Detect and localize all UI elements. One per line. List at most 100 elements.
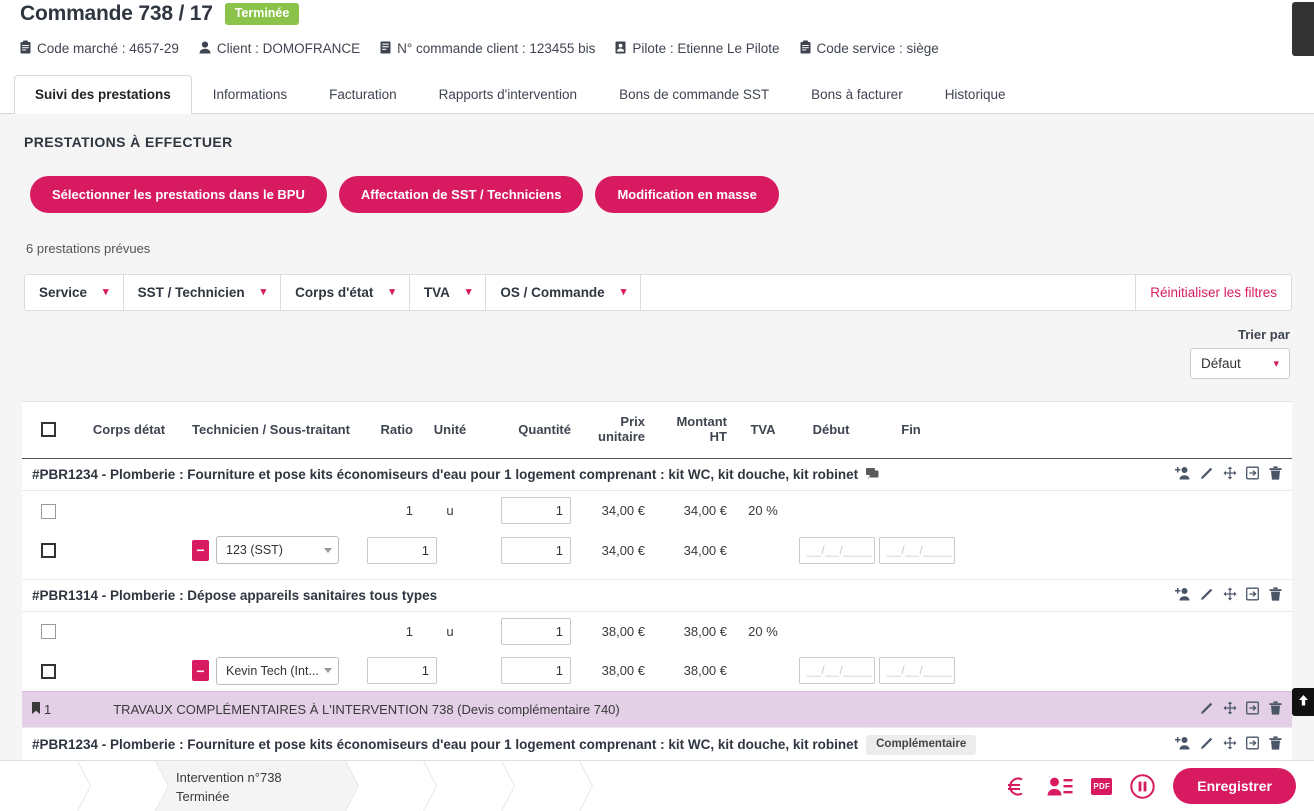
comment-icon[interactable] — [866, 467, 879, 482]
pdf-icon[interactable]: PDF — [1091, 778, 1112, 795]
meta-label: N° commande client : 123455 bis — [397, 41, 595, 56]
cell-montant-ht: 34,00 € — [653, 530, 735, 570]
tab-rapports-intervention[interactable]: Rapports d'intervention — [418, 75, 598, 114]
quantite-input[interactable]: 1 — [501, 657, 571, 684]
tab-informations[interactable]: Informations — [192, 75, 308, 114]
move-icon[interactable] — [1223, 736, 1237, 753]
filter-service[interactable]: Service ▾ — [25, 275, 124, 310]
debut-date-input[interactable]: __/__/____ — [799, 537, 875, 564]
meta-code-service: Code service : siège — [800, 40, 939, 57]
cell-debut: __/__/____ — [791, 530, 871, 570]
filter-sst-technicien[interactable]: SST / Technicien ▾ — [124, 275, 282, 310]
meta-pilote: Pilote : Etienne Le Pilote — [615, 41, 779, 57]
cell-corps — [74, 530, 184, 570]
debut-date-input[interactable]: __/__/____ — [799, 657, 875, 684]
pause-icon[interactable] — [1130, 774, 1155, 799]
cell-debut — [791, 491, 871, 531]
delete-icon[interactable] — [1269, 736, 1282, 753]
quantite-input[interactable]: 1 — [501, 497, 571, 524]
quantite-input[interactable]: 1 — [501, 618, 571, 645]
reset-filters-link[interactable]: Réinitialiser les filtres — [1136, 275, 1291, 310]
caret-down-icon — [324, 668, 332, 673]
th-ratio: Ratio — [359, 402, 421, 459]
workflow-step-current[interactable]: Intervention n°738 Terminée — [156, 761, 346, 811]
edit-icon[interactable] — [1200, 466, 1214, 483]
complementaire-badge: Complémentaire — [866, 735, 976, 756]
group-title: #PBR1234 - Plomberie : Fourniture et pos… — [32, 737, 858, 752]
th-prix-unitaire: Prix unitaire — [579, 402, 653, 459]
step-status: Terminée — [176, 787, 282, 806]
row-checkbox[interactable] — [41, 504, 56, 519]
group-title-wrap: #PBR1314 - Plomberie : Dépose appareils … — [32, 588, 437, 603]
filter-corps-detat[interactable]: Corps d'état ▾ — [281, 275, 410, 310]
filter-spacer — [641, 275, 1136, 310]
edit-icon[interactable] — [1200, 701, 1214, 718]
tab-facturation[interactable]: Facturation — [308, 75, 418, 114]
fin-date-input[interactable]: __/__/____ — [879, 657, 955, 684]
add-person-icon[interactable] — [1175, 587, 1191, 604]
move-icon[interactable] — [1223, 587, 1237, 604]
ratio-input[interactable]: 1 — [367, 657, 437, 684]
quantite-input[interactable]: 1 — [501, 537, 571, 564]
scroll-to-top-button[interactable] — [1292, 688, 1314, 716]
cell-ratio: 1 — [359, 530, 421, 570]
clipboard-icon — [800, 40, 811, 57]
cell-ratio: 1 — [359, 651, 421, 692]
transfer-icon[interactable] — [1246, 587, 1260, 604]
table-row: 1 u 1 34,00 € 34,00 € 20 % — [22, 491, 1292, 531]
cell-checkbox — [22, 530, 74, 570]
delete-icon[interactable] — [1269, 466, 1282, 483]
transfer-icon[interactable] — [1246, 736, 1260, 753]
euro-icon[interactable] — [1004, 774, 1029, 799]
sort-select[interactable]: Défaut ▾ — [1190, 348, 1290, 379]
cell-fin: __/__/____ — [871, 530, 951, 570]
move-icon[interactable] — [1223, 466, 1237, 483]
transfer-icon[interactable] — [1246, 466, 1260, 483]
fin-date-input[interactable]: __/__/____ — [879, 537, 955, 564]
row-checkbox[interactable] — [41, 543, 56, 558]
technicien-select[interactable]: Kevin Tech (Int... — [216, 657, 339, 685]
transfer-icon[interactable] — [1246, 701, 1260, 718]
user-icon — [199, 41, 211, 57]
row-checkbox[interactable] — [41, 624, 56, 639]
side-panel-handle[interactable] — [1292, 2, 1314, 56]
th-fin: Fin — [871, 402, 951, 459]
add-person-icon[interactable] — [1175, 736, 1191, 753]
cell-technicien — [184, 611, 359, 651]
panel-title: PRESTATIONS À EFFECTUER — [22, 132, 1292, 150]
edit-icon[interactable] — [1200, 587, 1214, 604]
filter-os-commande[interactable]: OS / Commande ▾ — [486, 275, 641, 310]
tab-historique[interactable]: Historique — [924, 75, 1027, 114]
cell-quantite: 1 — [479, 530, 579, 570]
save-button[interactable]: Enregistrer — [1173, 768, 1296, 804]
technicien-select[interactable]: 123 (SST) — [216, 536, 339, 564]
delete-icon[interactable] — [1269, 587, 1282, 604]
filter-label: Service — [39, 285, 87, 300]
table-head: Corps détat Technicien / Sous-traitant R… — [22, 402, 1292, 459]
group-header-cell: #PBR1314 - Plomberie : Dépose appareils … — [22, 579, 1292, 611]
chevron-down-icon: ▾ — [389, 287, 395, 298]
select-all-checkbox[interactable] — [41, 422, 56, 437]
cell-fin — [871, 491, 951, 531]
tab-bons-a-facturer[interactable]: Bons à facturer — [790, 75, 924, 114]
delete-icon[interactable] — [1269, 701, 1282, 718]
contact-list-icon[interactable] — [1047, 775, 1073, 797]
meta-label: Client : DOMOFRANCE — [217, 41, 360, 56]
ratio-input[interactable]: 1 — [367, 537, 437, 564]
remove-technicien-button[interactable]: − — [192, 660, 209, 681]
modification-masse-button[interactable]: Modification en masse — [595, 176, 778, 213]
add-person-icon[interactable] — [1175, 466, 1191, 483]
filter-tva[interactable]: TVA ▾ — [410, 275, 487, 310]
remove-technicien-button[interactable]: − — [192, 540, 209, 561]
table-row: 1 u 1 38,00 € 38,00 € 20 % — [22, 611, 1292, 651]
tab-bons-de-commande-sst[interactable]: Bons de commande SST — [598, 75, 790, 114]
affectation-sst-button[interactable]: Affectation de SST / Techniciens — [339, 176, 584, 213]
workflow-step[interactable] — [0, 761, 78, 811]
row-checkbox[interactable] — [41, 664, 56, 679]
tab-suivi-des-prestations[interactable]: Suivi des prestations — [14, 75, 192, 114]
th-tva: TVA — [735, 402, 791, 459]
cell-unite: u — [421, 491, 479, 531]
select-bpu-button[interactable]: Sélectionner les prestations dans le BPU — [30, 176, 327, 213]
move-icon[interactable] — [1223, 701, 1237, 718]
edit-icon[interactable] — [1200, 736, 1214, 753]
